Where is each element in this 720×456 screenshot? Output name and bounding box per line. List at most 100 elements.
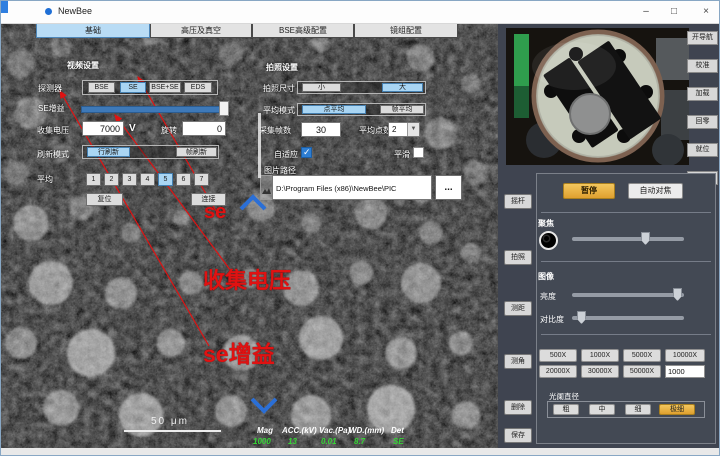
- tab-bse-advanced[interactable]: BSE高级配置: [252, 23, 354, 38]
- refresh-frame-button[interactable]: 帧刷新: [176, 147, 217, 157]
- aperture-coarse-button[interactable]: 粗: [553, 404, 579, 415]
- avg-mode-label: 平均模式: [263, 105, 295, 116]
- se-gain-slider-thumb[interactable]: [219, 101, 229, 116]
- refresh-mode-label: 刷新模式: [37, 149, 69, 160]
- average-1-button[interactable]: 1: [86, 173, 101, 186]
- mag-50000x-button[interactable]: 50000X: [623, 365, 661, 378]
- rotation-label: 旋转: [161, 125, 177, 136]
- scale-bar-text: 50 μm: [151, 416, 189, 427]
- window-accent: [1, 1, 8, 13]
- adaptive-checkbox[interactable]: [301, 147, 312, 158]
- contrast-label: 对比度: [540, 314, 564, 325]
- points-dropdown-value: 2: [392, 125, 396, 134]
- home-zero-button[interactable]: 回零: [687, 115, 718, 129]
- mag-20000x-button[interactable]: 20000X: [539, 365, 577, 378]
- tab-hv-vacuum[interactable]: 高压及真空: [150, 23, 252, 38]
- title-bar: NewBee – □ ×: [1, 1, 720, 24]
- rotation-input[interactable]: [182, 121, 226, 136]
- path-input[interactable]: [272, 175, 432, 200]
- average-4-button[interactable]: 4: [140, 173, 155, 186]
- avg-frame-button[interactable]: 帧平均: [380, 105, 424, 114]
- detector-bse-se-button[interactable]: BSE+SE: [149, 82, 181, 93]
- status-mag-label: Mag: [257, 426, 273, 435]
- annotation-gain-text: se增益: [203, 335, 275, 369]
- mag-1000x-button[interactable]: 1000X: [581, 349, 619, 362]
- status-vac-label: Vac.(Pa): [319, 426, 350, 435]
- focus-knob-icon[interactable]: [539, 231, 558, 250]
- measure-angle-button[interactable]: 测角: [504, 354, 532, 369]
- measure-distance-button[interactable]: 测距: [504, 301, 532, 316]
- detector-se-button[interactable]: SE: [120, 82, 146, 93]
- adaptive-label: 自适应: [274, 149, 298, 160]
- browse-button[interactable]: ...: [435, 175, 462, 200]
- aperture-medium-button[interactable]: 中: [589, 404, 615, 415]
- average-7-button[interactable]: 7: [194, 173, 209, 186]
- smooth-checkbox[interactable]: [413, 147, 424, 158]
- average-6-button[interactable]: 6: [176, 173, 191, 186]
- status-det-label: Det: [391, 426, 404, 435]
- collect-voltage-label: 收集电压: [37, 125, 69, 136]
- status-mag-value: 1000: [253, 437, 271, 446]
- focus-slider[interactable]: [572, 237, 684, 241]
- open-navigation-button[interactable]: 开导航: [687, 31, 718, 45]
- aperture-ultrafine-button[interactable]: 极细: [659, 404, 695, 415]
- autofocus-button[interactable]: 自动对焦: [628, 183, 683, 199]
- mag-value-input[interactable]: [665, 365, 705, 378]
- average-label: 平均: [37, 174, 53, 185]
- avg-point-button[interactable]: 点平均: [302, 105, 366, 114]
- status-wd-value: 8.7: [354, 437, 365, 446]
- tab-lens-config[interactable]: 镜组配置: [354, 23, 458, 38]
- mag-30000x-button[interactable]: 30000X: [581, 365, 619, 378]
- in-position-button[interactable]: 就位: [687, 143, 718, 157]
- minimize-button[interactable]: –: [637, 3, 655, 20]
- average-2-button[interactable]: 2: [104, 173, 119, 186]
- pause-button[interactable]: 暂停: [563, 183, 615, 199]
- status-det-value: SE: [393, 437, 404, 446]
- annotation-voltage-text: 收集电压: [203, 263, 291, 295]
- app-icon: [45, 8, 52, 15]
- mag-500x-button[interactable]: 500X: [539, 349, 577, 362]
- average-5-button[interactable]: 5: [158, 173, 173, 186]
- detector-eds-button[interactable]: EDS: [184, 82, 212, 93]
- refresh-line-button[interactable]: 行刷新: [87, 147, 130, 157]
- average-3-button[interactable]: 3: [122, 173, 137, 186]
- brightness-slider[interactable]: [572, 293, 684, 297]
- divider: [541, 212, 711, 213]
- frames-label: 采集帧数: [259, 125, 291, 136]
- video-settings-title: 视频设置: [67, 60, 99, 71]
- points-dropdown[interactable]: 2 ▼: [388, 122, 420, 137]
- frames-input[interactable]: [301, 122, 341, 137]
- app-title: NewBee: [58, 6, 92, 16]
- focus-label: 聚焦: [538, 218, 554, 229]
- contrast-slider[interactable]: [572, 316, 684, 320]
- divider: [541, 334, 711, 335]
- detector-bse-button[interactable]: BSE: [88, 82, 115, 93]
- tab-basic[interactable]: 基础: [36, 23, 150, 38]
- collect-voltage-input[interactable]: [82, 121, 124, 136]
- se-gain-label: SE增益: [38, 103, 65, 114]
- brightness-label: 亮度: [540, 291, 556, 302]
- mag-5000x-button[interactable]: 5000X: [623, 349, 661, 362]
- smooth-label: 平滑: [394, 149, 410, 160]
- photo-settings-title: 拍照设置: [266, 62, 298, 73]
- chevron-down-icon[interactable]: ▼: [407, 123, 419, 136]
- take-photo-button[interactable]: 拍照: [504, 250, 532, 265]
- size-small-button[interactable]: 小: [302, 83, 341, 92]
- image-section-label: 图像: [538, 271, 554, 282]
- delete-button[interactable]: 删除: [504, 400, 532, 415]
- load-button[interactable]: 加载: [687, 87, 718, 101]
- status-vac-value: 0.01: [321, 437, 337, 446]
- calibrate-button[interactable]: 校准: [687, 59, 718, 73]
- mag-10000x-button[interactable]: 10000X: [665, 349, 705, 362]
- photo-size-label: 拍照尺寸: [263, 83, 295, 94]
- save-button[interactable]: 保存: [504, 428, 532, 443]
- size-large-button[interactable]: 大: [382, 83, 423, 92]
- expand-down-icon: [252, 399, 276, 411]
- reset-button[interactable]: 复位: [86, 193, 123, 206]
- joystick-button[interactable]: 摇杆: [504, 194, 532, 209]
- se-gain-slider[interactable]: [81, 106, 229, 113]
- close-button[interactable]: ×: [697, 3, 715, 20]
- aperture-fine-button[interactable]: 细: [625, 404, 651, 415]
- maximize-button[interactable]: □: [665, 3, 683, 20]
- chamber-camera-image: [506, 28, 689, 165]
